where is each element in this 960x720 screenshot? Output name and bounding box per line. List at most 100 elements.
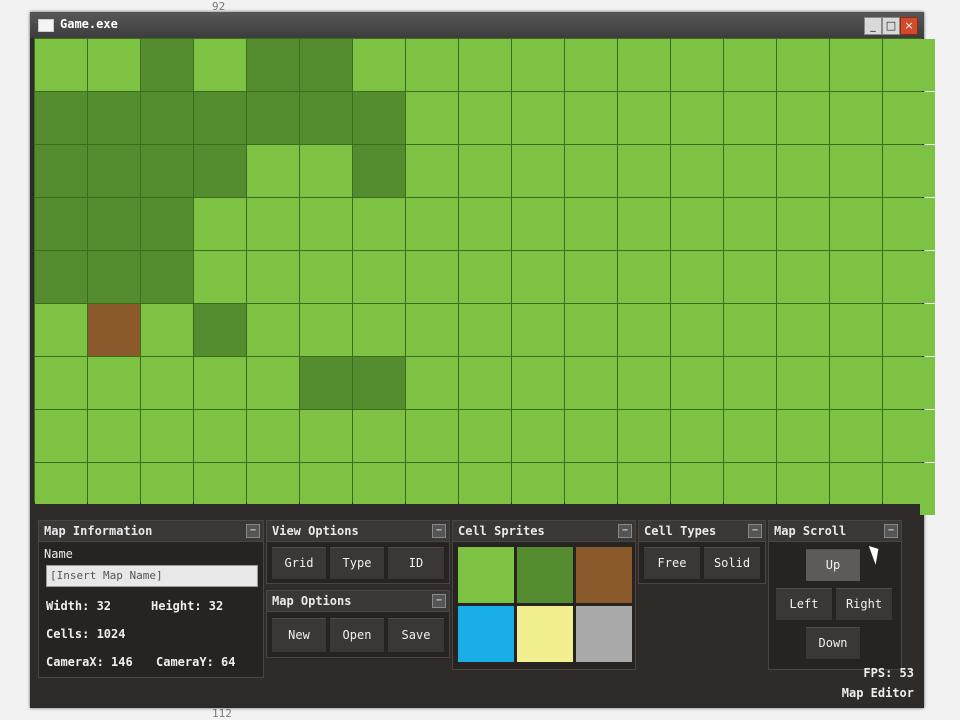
map-cell[interactable] <box>565 304 617 356</box>
map-cell[interactable] <box>247 198 299 250</box>
map-cell[interactable] <box>830 357 882 409</box>
map-cell[interactable] <box>671 92 723 144</box>
map-cell[interactable] <box>724 92 776 144</box>
scroll-up-button[interactable]: Up <box>805 548 861 582</box>
open-map-button[interactable]: Open <box>329 617 385 653</box>
map-cell[interactable] <box>512 357 564 409</box>
map-cell[interactable] <box>406 410 458 462</box>
map-cell[interactable] <box>35 92 87 144</box>
map-cell[interactable] <box>353 410 405 462</box>
collapse-button[interactable]: − <box>884 524 898 538</box>
map-cell[interactable] <box>830 39 882 91</box>
map-cell[interactable] <box>141 410 193 462</box>
map-cell[interactable] <box>883 251 935 303</box>
id-button[interactable]: ID <box>387 546 445 580</box>
map-cell[interactable] <box>565 198 617 250</box>
sprite-swatch[interactable] <box>576 606 632 662</box>
map-cell[interactable] <box>512 410 564 462</box>
map-cell[interactable] <box>247 410 299 462</box>
map-cell[interactable] <box>724 145 776 197</box>
map-cell[interactable] <box>88 92 140 144</box>
map-cell[interactable] <box>300 39 352 91</box>
map-cell[interactable] <box>618 92 670 144</box>
map-cell[interactable] <box>300 92 352 144</box>
map-cell[interactable] <box>671 39 723 91</box>
map-cell[interactable] <box>353 92 405 144</box>
map-cell[interactable] <box>724 357 776 409</box>
map-cell[interactable] <box>353 304 405 356</box>
map-cell[interactable] <box>777 39 829 91</box>
tile-map-grid[interactable] <box>34 38 935 515</box>
scroll-down-button[interactable]: Down <box>805 626 861 660</box>
map-cell[interactable] <box>353 198 405 250</box>
collapse-button[interactable]: − <box>246 524 260 538</box>
map-cell[interactable] <box>141 92 193 144</box>
map-cell[interactable] <box>194 39 246 91</box>
map-cell[interactable] <box>141 304 193 356</box>
map-cell[interactable] <box>777 198 829 250</box>
new-map-button[interactable]: New <box>271 617 327 653</box>
map-cell[interactable] <box>35 251 87 303</box>
map-cell[interactable] <box>247 357 299 409</box>
map-cell[interactable] <box>88 304 140 356</box>
sprite-swatch[interactable] <box>458 547 514 603</box>
map-cell[interactable] <box>406 92 458 144</box>
map-cell[interactable] <box>194 251 246 303</box>
map-cell[interactable] <box>777 357 829 409</box>
map-cell[interactable] <box>141 39 193 91</box>
map-cell[interactable] <box>406 357 458 409</box>
map-cell[interactable] <box>141 198 193 250</box>
map-cell[interactable] <box>671 251 723 303</box>
sprite-swatch[interactable] <box>576 547 632 603</box>
map-cell[interactable] <box>565 39 617 91</box>
type-button[interactable]: Type <box>329 546 385 580</box>
sprite-swatch[interactable] <box>458 606 514 662</box>
map-cell[interactable] <box>194 92 246 144</box>
map-cell[interactable] <box>406 304 458 356</box>
map-cell[interactable] <box>406 39 458 91</box>
solid-cell-button[interactable]: Solid <box>703 546 761 580</box>
map-cell[interactable] <box>830 410 882 462</box>
map-cell[interactable] <box>300 410 352 462</box>
map-cell[interactable] <box>35 39 87 91</box>
map-cell[interactable] <box>512 145 564 197</box>
map-cell[interactable] <box>141 357 193 409</box>
map-cell[interactable] <box>512 198 564 250</box>
collapse-button[interactable]: − <box>618 524 632 538</box>
save-map-button[interactable]: Save <box>387 617 445 653</box>
map-cell[interactable] <box>459 251 511 303</box>
map-cell[interactable] <box>247 145 299 197</box>
map-cell[interactable] <box>35 145 87 197</box>
collapse-button[interactable]: − <box>432 524 446 538</box>
map-cell[interactable] <box>724 39 776 91</box>
map-cell[interactable] <box>883 39 935 91</box>
map-cell[interactable] <box>830 145 882 197</box>
map-cell[interactable] <box>777 92 829 144</box>
map-cell[interactable] <box>300 357 352 409</box>
map-cell[interactable] <box>247 304 299 356</box>
map-cell[interactable] <box>88 198 140 250</box>
collapse-button[interactable]: − <box>748 524 762 538</box>
collapse-button[interactable]: − <box>432 594 446 608</box>
map-cell[interactable] <box>777 410 829 462</box>
map-cell[interactable] <box>724 410 776 462</box>
map-cell[interactable] <box>247 39 299 91</box>
scroll-left-button[interactable]: Left <box>775 587 833 621</box>
map-cell[interactable] <box>353 357 405 409</box>
map-cell[interactable] <box>777 304 829 356</box>
map-cell[interactable] <box>88 357 140 409</box>
map-cell[interactable] <box>777 145 829 197</box>
scroll-right-button[interactable]: Right <box>835 587 893 621</box>
map-cell[interactable] <box>353 251 405 303</box>
free-cell-button[interactable]: Free <box>643 546 701 580</box>
map-cell[interactable] <box>300 198 352 250</box>
map-cell[interactable] <box>565 145 617 197</box>
map-cell[interactable] <box>406 198 458 250</box>
map-cell[interactable] <box>883 357 935 409</box>
map-cell[interactable] <box>88 39 140 91</box>
map-cell[interactable] <box>830 198 882 250</box>
map-cell[interactable] <box>247 251 299 303</box>
map-cell[interactable] <box>724 304 776 356</box>
map-cell[interactable] <box>459 39 511 91</box>
map-cell[interactable] <box>883 92 935 144</box>
